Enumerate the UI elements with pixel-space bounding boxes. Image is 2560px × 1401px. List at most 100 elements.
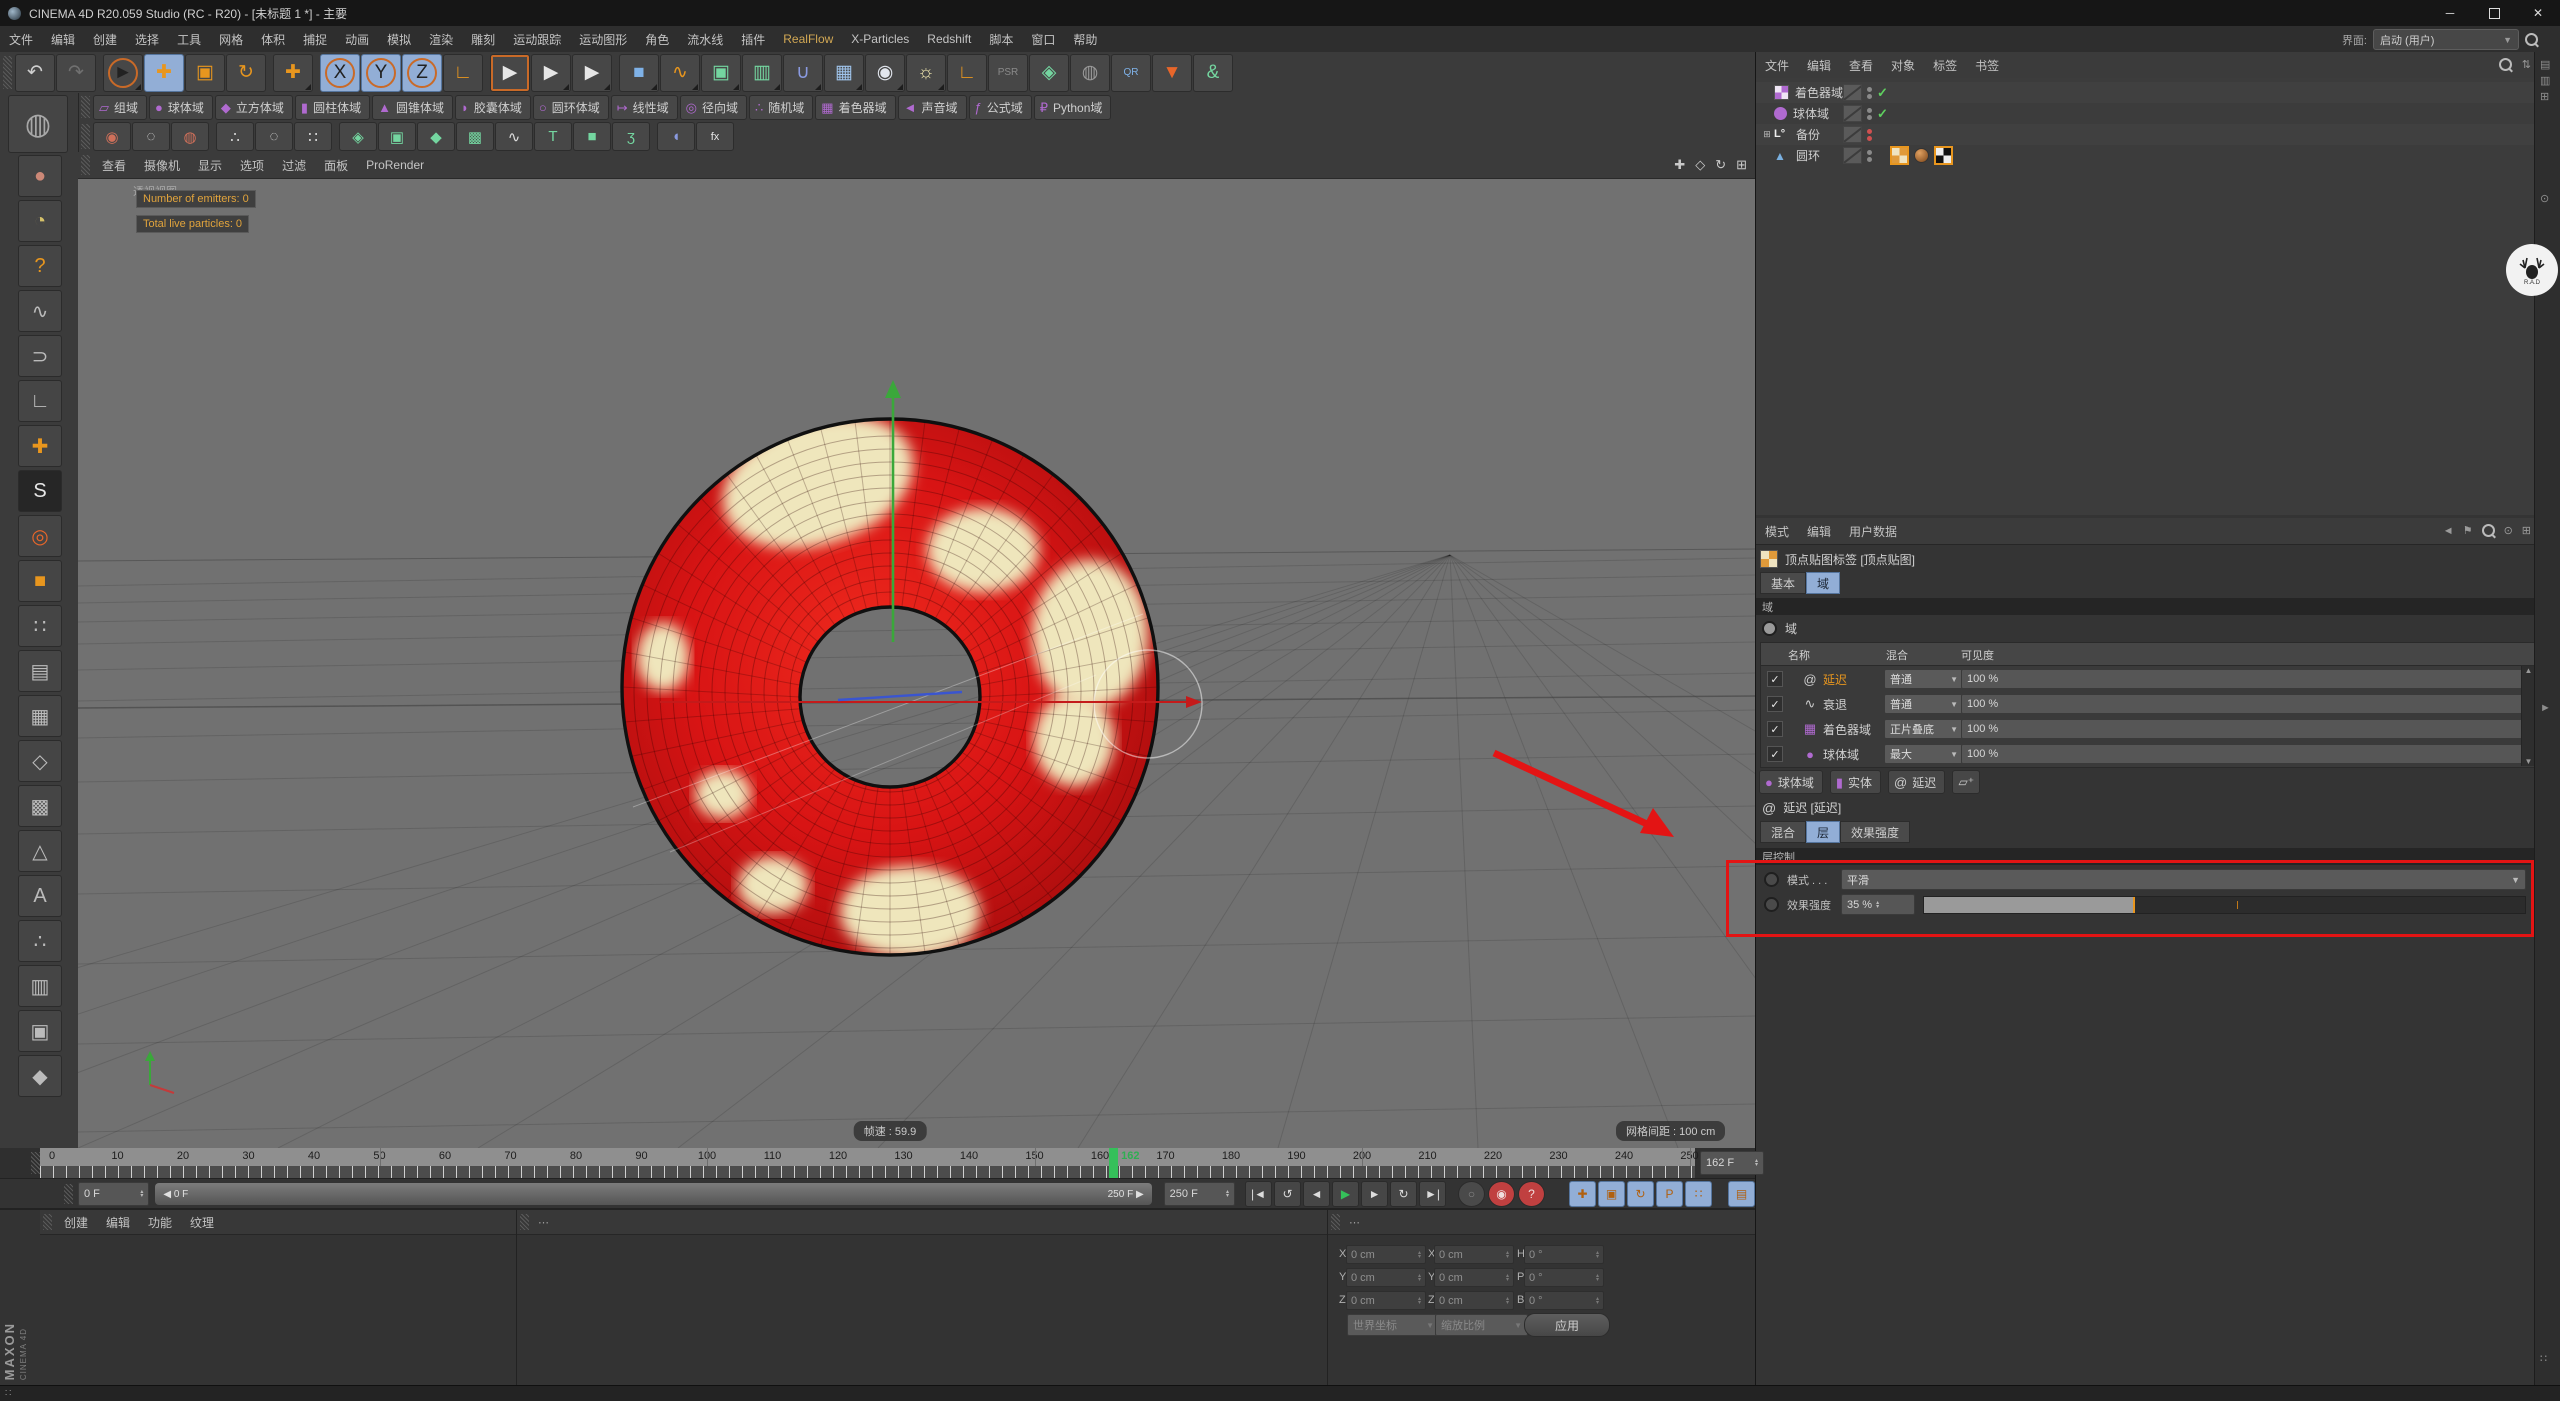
grid-array-button[interactable]: ∷	[294, 122, 332, 151]
coord-field-X-0[interactable]: 0 cm▴▾	[1434, 1245, 1514, 1264]
tab-域[interactable]: 域	[1806, 572, 1840, 594]
workplane-mode-button[interactable]: △	[18, 830, 62, 872]
am-lock-icon[interactable]: ⊙	[2504, 524, 2513, 537]
field-button-圆环体域[interactable]: ○圆环体域	[533, 95, 609, 120]
field-layer-row-延迟[interactable]: ✓@延迟普通▼100 %	[1761, 667, 2536, 691]
coordinates-menu[interactable]: ⋯	[1349, 1216, 1360, 1229]
menu-雕刻[interactable]: 雕刻	[462, 31, 504, 48]
viewport-zoom-icon[interactable]: ◇	[1695, 157, 1705, 173]
visibility-dot[interactable]	[1867, 129, 1872, 134]
realflow-plugin-button[interactable]: ▼	[1152, 54, 1192, 92]
goto-start-button[interactable]: |◄	[1245, 1181, 1272, 1207]
am-back-icon[interactable]: ◄	[2443, 525, 2454, 537]
record-dim-button[interactable]: ○	[1458, 1181, 1485, 1207]
object-name[interactable]: 球体域	[1793, 105, 1829, 122]
strength-radio[interactable]	[1764, 897, 1779, 912]
menu-创建[interactable]: 创建	[84, 31, 126, 48]
add-folder-button[interactable]: ▱⁺	[1952, 770, 1980, 794]
column-header-可见度[interactable]: 可见度	[1961, 647, 1994, 663]
field-group-radio[interactable]	[1762, 621, 1777, 636]
menu-渲染[interactable]: 渲染	[420, 31, 462, 48]
add-volume-button[interactable]: ◍	[1070, 54, 1110, 92]
quantize-button[interactable]: ◆	[18, 1055, 62, 1097]
render-picture-viewer-button[interactable]: ▶	[531, 54, 571, 92]
tension-button[interactable]: ■	[573, 122, 611, 151]
coord-field-P-1[interactable]: 0 °▴▾	[1524, 1268, 1604, 1287]
cloner-button[interactable]: ◉	[93, 122, 131, 151]
layer-name[interactable]: 着色器域	[1823, 721, 1871, 738]
maximize-button[interactable]	[2472, 0, 2516, 26]
vertex-map-tag[interactable]	[1890, 146, 1909, 165]
field-button-声音域[interactable]: ◄声音域	[898, 95, 967, 120]
layer-color-box[interactable]	[1843, 147, 1862, 164]
cluster-button[interactable]: ▣	[378, 122, 416, 151]
render-settings-button[interactable]: ▶	[572, 54, 612, 92]
key-pla-button[interactable]: ∷	[1685, 1181, 1712, 1207]
texture-mode-button[interactable]: ▩	[18, 785, 62, 827]
am-menu-编辑[interactable]: 编辑	[1798, 523, 1840, 540]
layer-enabled-checkbox[interactable]: ✓	[1767, 696, 1783, 712]
menu-帮助[interactable]: 帮助	[1064, 31, 1106, 48]
object-row-着色器域[interactable]: 着色器域✓	[1756, 82, 2535, 103]
coord-field-H-0[interactable]: 0 °▴▾	[1524, 1245, 1604, 1264]
field-layer-row-球体域[interactable]: ✓●球体域最大▼100 %	[1761, 742, 2536, 766]
viewport[interactable]: 查看摄像机显示选项过滤面板ProRender ✚ ◇ ↻ ⊞ 透视视图 Numb…	[78, 152, 1755, 1148]
menu-窗口[interactable]: 窗口	[1022, 31, 1064, 48]
field-button-公式域[interactable]: ƒ公式域	[969, 95, 1032, 120]
object-name[interactable]: 备份	[1796, 126, 1820, 143]
menu-编辑[interactable]: 编辑	[42, 31, 84, 48]
polygon-mode-button[interactable]: ▦	[18, 695, 62, 737]
field-button-圆柱体域[interactable]: ▮圆柱体域	[295, 95, 370, 120]
fracture-button[interactable]: ◍	[171, 122, 209, 151]
help-cursor-button[interactable]: ?	[18, 245, 62, 287]
visibility-field[interactable]: 100 %	[1961, 669, 2524, 689]
range-slider[interactable]: ◀ 0 F250 F ▶	[155, 1183, 1151, 1205]
object-name[interactable]: 着色器域	[1795, 84, 1843, 101]
timeline-ruler[interactable]: 0102030405060708090100110120130140150160…	[40, 1148, 1695, 1166]
viewport-menu-摄像机[interactable]: 摄像机	[135, 157, 189, 174]
lock-y-button[interactable]: Y	[361, 54, 401, 92]
column-header-名称[interactable]: 名称	[1788, 647, 1810, 663]
add-floor-button[interactable]: ▦	[824, 54, 864, 92]
expand-icon[interactable]: ⊞	[1760, 129, 1774, 140]
menu-Redshift[interactable]: Redshift	[918, 32, 980, 46]
om-menu-标签[interactable]: 标签	[1924, 57, 1966, 74]
material-menu-创建[interactable]: 创建	[55, 1214, 97, 1231]
strip-arrow-icon[interactable]: ►	[2540, 702, 2551, 714]
coord-field-Y-1[interactable]: 0 cm▴▾	[1434, 1268, 1514, 1287]
menu-角色[interactable]: 角色	[636, 31, 678, 48]
layer-name[interactable]: 延迟	[1823, 671, 1847, 688]
material-menu-功能[interactable]: 功能	[139, 1214, 181, 1231]
axis-tool-button[interactable]: ✚	[18, 425, 62, 467]
am-menu-用户数据[interactable]: 用户数据	[1840, 523, 1906, 540]
viewport-rotate-icon[interactable]: ↻	[1715, 157, 1726, 173]
workplane-button[interactable]: ∟	[947, 54, 987, 92]
om-menu-书签[interactable]: 书签	[1966, 57, 2008, 74]
visibility-dot[interactable]	[1867, 115, 1872, 120]
coord-field-Y-1[interactable]: 0 cm▴▾	[1346, 1268, 1426, 1287]
ruler-tool-button[interactable]: ∟	[18, 380, 62, 422]
object-row-球体域[interactable]: 球体域✓	[1756, 103, 2535, 124]
layer-color-box[interactable]	[1843, 126, 1862, 143]
blend-dropdown[interactable]: 正片叠底▼	[1884, 719, 1964, 739]
rotate-tool-button[interactable]: ↻	[226, 54, 266, 92]
visibility-dot[interactable]	[1867, 108, 1872, 113]
mesh-button[interactable]: ▩	[456, 122, 494, 151]
menu-模拟[interactable]: 模拟	[378, 31, 420, 48]
lock-x-button[interactable]: X	[320, 54, 360, 92]
menu-插件[interactable]: 插件	[732, 31, 774, 48]
strip-layers-icon[interactable]: ▤	[2540, 58, 2550, 71]
menu-X-Particles[interactable]: X-Particles	[842, 32, 918, 46]
tab-基本[interactable]: 基本	[1760, 572, 1806, 594]
swirl-button[interactable]: ʒ	[612, 122, 650, 151]
om-filter-icon[interactable]: ⇅	[2522, 58, 2531, 71]
snap-grid-button[interactable]: ▣	[18, 1010, 62, 1052]
visibility-dot[interactable]	[1867, 94, 1872, 99]
menu-脚本[interactable]: 脚本	[980, 31, 1022, 48]
strip-lock-icon[interactable]: ⊙	[2540, 192, 2549, 205]
key-parameter-button[interactable]: P	[1656, 1181, 1683, 1207]
point-mode-button[interactable]: ∷	[18, 605, 62, 647]
add-camera-button[interactable]: ◉	[865, 54, 905, 92]
mode-dropdown[interactable]: 平滑▼	[1841, 869, 2526, 890]
blend-dropdown[interactable]: 普通▼	[1884, 669, 1964, 689]
